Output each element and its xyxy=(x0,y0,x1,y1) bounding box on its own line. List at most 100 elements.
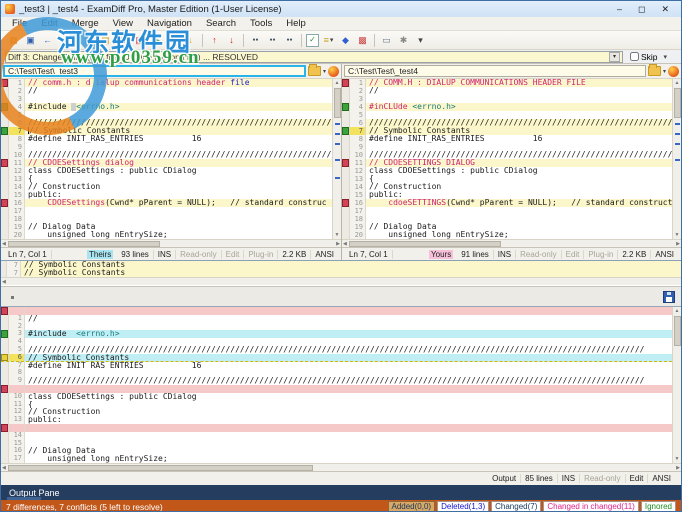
right-horizontal-scrollbar[interactable]: ◀ ▶ xyxy=(342,239,681,247)
code-text[interactable]: cdoeSETTINGS(Cwnd* pParent = NULL); // s… xyxy=(366,199,672,207)
scroll-thumb[interactable] xyxy=(8,241,160,247)
code-text[interactable]: // Construction xyxy=(366,183,672,191)
maximize-button[interactable]: ◻ xyxy=(638,4,645,14)
code-text[interactable] xyxy=(25,215,332,223)
diffbar-overflow-icon[interactable]: ▾ xyxy=(664,53,668,61)
diff-marker-red-icon[interactable] xyxy=(342,79,350,87)
scroll-up-icon[interactable]: ▲ xyxy=(335,79,340,87)
output-splitter[interactable] xyxy=(1,286,681,307)
left-path-input[interactable] xyxy=(3,65,306,77)
scroll-down-icon[interactable]: ▼ xyxy=(675,455,680,463)
open-compare-icon[interactable]: ▦ xyxy=(6,33,21,48)
output-vertical-scrollbar[interactable]: ▲ ▼ xyxy=(672,307,681,463)
code-text[interactable]: unsigned long nEntrySize; xyxy=(25,231,332,239)
merge-down-icon[interactable]: ↓ xyxy=(183,33,198,48)
code-text[interactable] xyxy=(25,111,332,119)
code-text[interactable]: // Symbolic Constants xyxy=(21,261,681,269)
first-file-doc-icon[interactable]: ▤ xyxy=(81,33,96,48)
diff-marker-red-icon[interactable] xyxy=(1,424,9,432)
left-file-type-icon[interactable] xyxy=(328,66,339,77)
left-vertical-scrollbar[interactable]: ▲ ▼ xyxy=(332,79,341,239)
left-code-area[interactable]: 1// comm.h : d ialup communications head… xyxy=(1,79,332,239)
code-text[interactable] xyxy=(366,207,672,215)
output-horizontal-scrollbar[interactable]: ◀ ▶ xyxy=(1,463,681,471)
scroll-down-icon[interactable]: ▼ xyxy=(335,231,340,239)
code-text[interactable]: ////////////////////////////////////////… xyxy=(25,346,672,354)
second-file-doc-icon[interactable]: ▤ xyxy=(98,33,113,48)
code-text[interactable]: // CDOESETTINGS DIALOG xyxy=(366,159,672,167)
code-text[interactable]: // Dialog Data xyxy=(366,223,672,231)
right-browse-folder-icon[interactable] xyxy=(648,66,661,76)
code-text[interactable]: ////////////////////////////////////////… xyxy=(25,377,672,385)
code-text[interactable]: // Dialog Data xyxy=(25,223,332,231)
code-text[interactable]: #include <errno.h> xyxy=(25,103,332,111)
code-text[interactable]: public: xyxy=(366,191,672,199)
code-text[interactable]: // Symbolic Constants xyxy=(366,127,672,135)
code-text[interactable]: // COMM.H : DIALUP COMMUNICATIONS HEADER… xyxy=(366,79,672,87)
diff-marker-yellow-icon[interactable] xyxy=(1,354,9,361)
right-vertical-scrollbar[interactable]: ▲ ▼ xyxy=(672,79,681,239)
scroll-right-icon[interactable]: ▶ xyxy=(676,241,680,247)
code-text[interactable] xyxy=(25,338,672,346)
options-gear-icon[interactable]: ✱ xyxy=(396,33,411,48)
code-text[interactable] xyxy=(366,95,672,103)
diff-list-icon-dropdown[interactable]: ▾ xyxy=(330,37,334,44)
scroll-thumb[interactable] xyxy=(8,465,313,471)
scroll-left-icon[interactable]: ◀ xyxy=(2,279,6,285)
code-text[interactable] xyxy=(366,215,672,223)
left-browse-dropdown-icon[interactable]: ▾ xyxy=(323,68,326,75)
scroll-left-icon[interactable]: ◀ xyxy=(2,241,6,247)
diff-marker-red-icon[interactable] xyxy=(1,385,9,393)
scroll-left-icon[interactable]: ◀ xyxy=(2,465,6,471)
find-prev-icon[interactable]: ●● xyxy=(282,33,297,48)
right-code-area[interactable]: 1// COMM.H : DIALUP COMMUNICATIONS HEADE… xyxy=(342,79,672,239)
code-text[interactable] xyxy=(25,424,672,432)
menu-item-view[interactable]: View xyxy=(106,18,140,29)
code-text[interactable]: // Symbolic Constants xyxy=(25,354,672,361)
code-text[interactable] xyxy=(25,307,672,315)
code-text[interactable] xyxy=(25,323,672,331)
right-path-input[interactable] xyxy=(344,65,646,77)
code-text[interactable]: unsigned long nEntrySize; xyxy=(25,455,672,463)
save-output-icon[interactable] xyxy=(663,291,675,303)
code-text[interactable]: // Symbolic Constants xyxy=(21,269,681,277)
code-text[interactable] xyxy=(25,207,332,215)
left-browse-folder-icon[interactable] xyxy=(308,66,321,76)
code-text[interactable]: public: xyxy=(25,416,672,424)
prev-diff-icon[interactable]: ↑ xyxy=(207,33,222,48)
code-text[interactable] xyxy=(366,111,672,119)
code-text[interactable]: ////////////////////////////////////////… xyxy=(366,119,672,127)
diff-marker-red-icon[interactable] xyxy=(1,199,9,207)
code-text[interactable]: ////////////////////////////////////////… xyxy=(366,151,672,159)
code-text[interactable]: #include <errno.h> xyxy=(25,330,672,338)
code-text[interactable]: { xyxy=(25,175,332,183)
code-text[interactable]: #inCLUde <errno.h> xyxy=(366,103,672,111)
auto-merge-checkbox-icon[interactable]: ✓ xyxy=(306,34,319,47)
close-button[interactable]: ✕ xyxy=(661,4,669,14)
scroll-right-icon[interactable]: ▶ xyxy=(676,465,680,471)
code-text[interactable]: public: xyxy=(25,191,332,199)
diff-marker-red-icon[interactable] xyxy=(1,79,9,87)
diff-marker-green-icon[interactable] xyxy=(342,103,350,111)
right-file-type-icon[interactable] xyxy=(668,66,679,77)
undo-icon[interactable]: ← xyxy=(40,33,55,48)
scroll-thumb[interactable] xyxy=(674,88,681,118)
fullscreen-icon[interactable]: ▭ xyxy=(379,33,394,48)
find-icon[interactable]: ●● xyxy=(248,33,263,48)
code-text[interactable]: // comm.h : d ialup communications heade… xyxy=(25,79,332,87)
scroll-thumb[interactable] xyxy=(334,88,341,118)
diff-marker-red-icon[interactable] xyxy=(342,199,350,207)
toolbar-overflow-icon[interactable]: ▾ xyxy=(413,33,428,48)
code-text[interactable]: #define INIT_RAS_ENTRIES 16 xyxy=(366,135,672,143)
menu-item-file[interactable]: File xyxy=(5,18,34,29)
code-text[interactable]: // xyxy=(366,87,672,95)
delete-file-icon[interactable]: ▤ xyxy=(132,33,147,48)
rename-file-icon[interactable]: N xyxy=(115,33,130,48)
code-text[interactable]: // xyxy=(25,87,332,95)
minimize-button[interactable]: – xyxy=(617,4,622,14)
menu-item-navigation[interactable]: Navigation xyxy=(140,18,199,29)
left-horizontal-scrollbar[interactable]: ◀ ▶ xyxy=(1,239,341,247)
code-text[interactable]: class CDOESettings : public CDialog xyxy=(366,167,672,175)
right-browse-dropdown-icon[interactable]: ▾ xyxy=(663,68,666,75)
code-text[interactable]: // Construction xyxy=(25,408,672,416)
